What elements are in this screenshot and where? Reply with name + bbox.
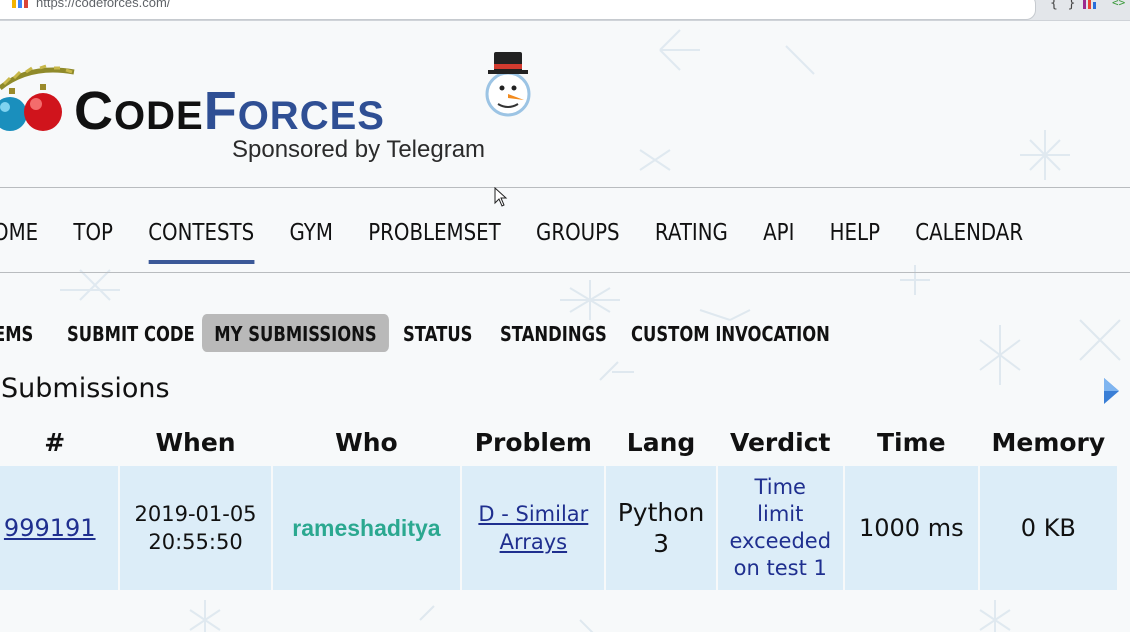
column-header-memory: Memory xyxy=(979,418,1117,466)
sponsor-text: Sponsored by Telegram xyxy=(232,136,486,163)
subnav-item-my-submissions[interactable]: MY SUBMISSIONS xyxy=(202,314,390,352)
nav-item-problemset[interactable]: PROBLEMSET xyxy=(368,220,501,264)
verdict-line1: Time xyxy=(754,475,806,499)
cell-when: 2019-01-05 20:55:50 xyxy=(120,466,271,590)
nav-item-api[interactable]: API xyxy=(763,220,794,264)
markup-extension-icon[interactable]: <> xyxy=(1112,0,1125,9)
main-navigation: OME TOP CONTESTS GYM PROBLEMSET GROUPS R… xyxy=(0,220,1058,264)
problem-link-line1[interactable]: D - Similar xyxy=(478,502,588,526)
cell-time: 1000 ms xyxy=(844,466,978,590)
nav-item-contests[interactable]: CONTESTS xyxy=(148,220,255,264)
cell-verdict: Time limit exceeded on test 1 xyxy=(717,466,843,590)
verdict-line4: on test 1 xyxy=(733,556,827,580)
column-header-verdict: Verdict xyxy=(717,418,843,466)
codeforces-logo[interactable]: CODEFORCES xyxy=(74,80,385,141)
cell-who: rameshaditya xyxy=(272,466,461,590)
table-header-row: # When Who Problem Lang Verdict Time Mem… xyxy=(0,418,1117,466)
cell-lang: Python 3 xyxy=(606,466,716,590)
column-header-who: Who xyxy=(272,418,461,466)
verdict-line3: exceeded xyxy=(729,529,832,553)
subnav-item-standings[interactable]: STANDINGS xyxy=(500,314,607,352)
problem-link-line2[interactable]: Arrays xyxy=(500,530,568,554)
memory-usage: 0 KB xyxy=(1020,514,1076,542)
header-divider xyxy=(0,187,1130,188)
submissions-title: Submissions xyxy=(1,373,170,404)
snowman-icon xyxy=(485,52,531,117)
submissions-table: # When Who Problem Lang Verdict Time Mem… xyxy=(0,418,1119,590)
json-extension-icon[interactable]: { } xyxy=(1050,0,1076,11)
submission-time: 20:55:50 xyxy=(148,530,243,554)
column-header-id: # xyxy=(0,418,119,466)
cell-id: 999191 xyxy=(0,466,119,590)
christmas-ornaments-icon xyxy=(0,64,75,131)
logo-forces-initial: F xyxy=(203,81,238,141)
site-favicon-icon xyxy=(12,0,28,8)
nav-item-rating[interactable]: RATING xyxy=(655,220,728,264)
next-page-arrow-icon[interactable] xyxy=(1101,376,1121,406)
execution-time: 1000 ms xyxy=(858,514,964,542)
verdict-line2: limit xyxy=(757,502,804,526)
nav-item-top[interactable]: TOP xyxy=(73,220,113,264)
submission-id-link[interactable]: 999191 xyxy=(4,514,96,542)
language-line1: Python xyxy=(617,498,705,527)
logo-code-rest: ODE xyxy=(114,94,204,138)
table-row: 999191 2019-01-05 20:55:50 rameshaditya … xyxy=(0,466,1117,590)
cell-problem: D - Similar Arrays xyxy=(462,466,605,590)
nav-item-help[interactable]: HELP xyxy=(830,220,880,264)
column-header-lang: Lang xyxy=(606,418,716,466)
nav-item-home[interactable]: OME xyxy=(0,220,38,264)
mouse-cursor-icon xyxy=(494,187,508,207)
subnav-item-submit-code[interactable]: SUBMIT CODE xyxy=(67,314,195,352)
codeforces-page: https://codeforces.com/ { } <> CODEFORCE… xyxy=(0,0,1130,632)
submission-date: 2019-01-05 xyxy=(134,502,257,526)
subnav-item-problems[interactable]: EMS xyxy=(0,314,33,352)
cell-memory: 0 KB xyxy=(979,466,1117,590)
column-header-problem: Problem xyxy=(462,418,605,466)
nav-divider xyxy=(0,272,1130,273)
nav-item-gym[interactable]: GYM xyxy=(289,220,332,264)
user-handle-link[interactable]: rameshaditya xyxy=(292,515,440,541)
problem-link[interactable]: D - Similar Arrays xyxy=(462,500,604,556)
extension-grid-icon[interactable] xyxy=(1082,0,1098,10)
address-url[interactable]: https://codeforces.com/ xyxy=(36,0,170,10)
language-line2: 3 xyxy=(653,529,669,558)
logo-code-initial: C xyxy=(74,81,114,141)
column-header-when: When xyxy=(120,418,271,466)
column-header-time: Time xyxy=(844,418,978,466)
subnav-item-status[interactable]: STATUS xyxy=(403,314,472,352)
subnav-item-custom-invocation[interactable]: CUSTOM INVOCATION xyxy=(631,314,830,352)
browser-toolbar: https://codeforces.com/ { } <> xyxy=(0,0,1130,21)
logo-forces-rest: ORCES xyxy=(237,94,385,138)
nav-item-calendar[interactable]: CALENDAR xyxy=(915,220,1023,264)
nav-item-groups[interactable]: GROUPS xyxy=(536,220,620,264)
